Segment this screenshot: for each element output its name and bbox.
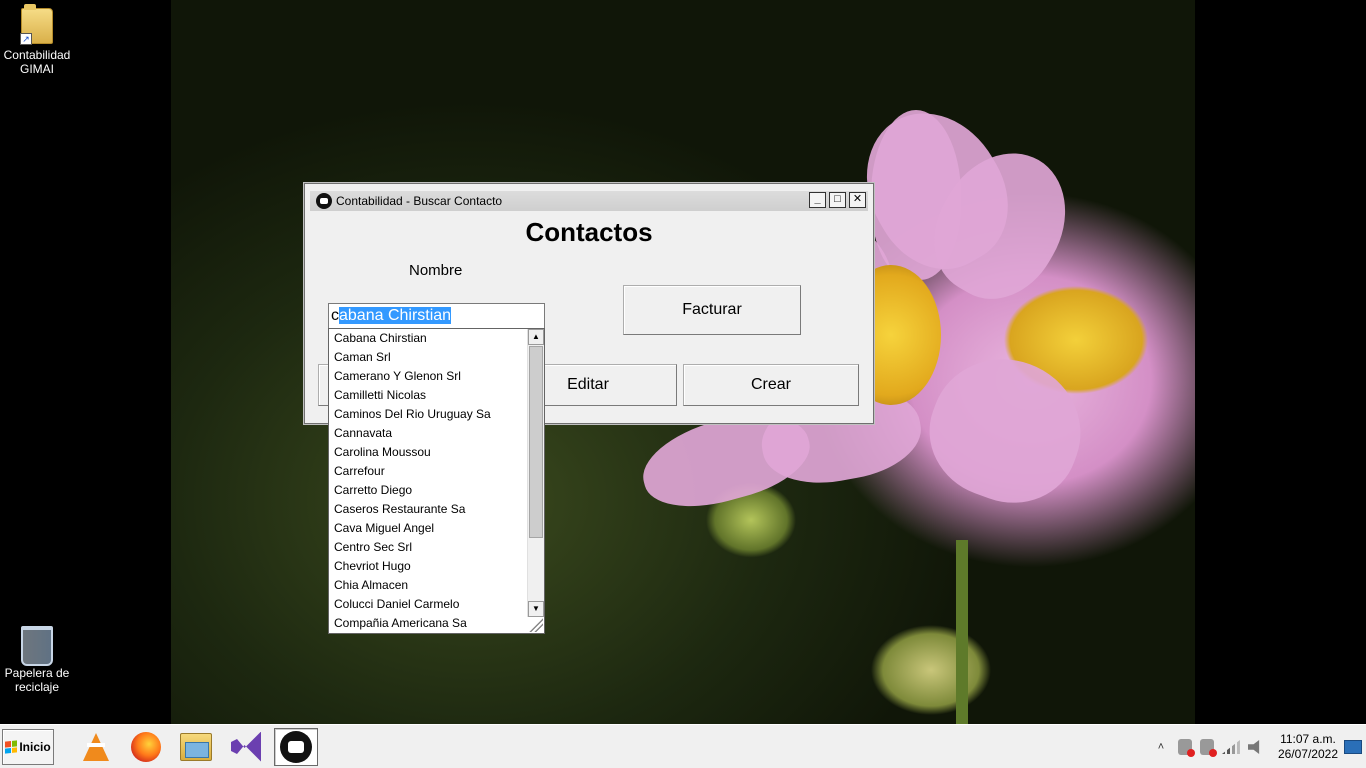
folder-shortcut-icon: ↗ (20, 4, 53, 45)
minimize-button[interactable]: _ (809, 192, 826, 208)
maximize-button[interactable]: □ (829, 192, 846, 208)
flower-petal (911, 338, 1101, 522)
gimai-app-icon (316, 193, 332, 209)
list-item[interactable]: Camerano Y Glenon Srl (329, 367, 544, 386)
close-button[interactable]: ✕ (849, 192, 866, 208)
taskbar-vlc[interactable] (74, 728, 118, 766)
facturar-button[interactable]: Facturar (623, 285, 801, 335)
page-title: Contactos (525, 217, 653, 247)
nombre-combo-input[interactable]: cabana Chirstian (328, 303, 545, 329)
clock[interactable]: 11:07 a.m. 26/07/2022 (1278, 732, 1338, 762)
crear-button[interactable]: Crear (683, 364, 859, 406)
system-tray: ˄ 11:07 a.m. 26/07/2022 (1150, 725, 1366, 768)
flower-stem (956, 540, 968, 724)
nombre-label: Nombre (409, 262, 463, 279)
search-text-prefix: c (331, 307, 339, 324)
vlc-icon (83, 732, 109, 761)
scroll-down-icon[interactable]: ▼ (528, 601, 544, 617)
search-text-selected: abana Chirstian (339, 307, 452, 324)
scrollbar-thumb[interactable] (529, 346, 543, 538)
contact-dropdown-list[interactable]: Cabana Chirstian Caman Srl Camerano Y Gl… (328, 328, 545, 634)
list-item[interactable]: Cabana Chirstian (329, 329, 544, 348)
list-item[interactable]: Colucci Daniel Carmelo (329, 595, 544, 614)
show-desktop-icon[interactable] (1344, 740, 1362, 754)
dropdown-scrollbar[interactable]: ▲ ▼ (527, 329, 544, 617)
window-controls: _ □ ✕ (809, 192, 866, 208)
taskbar-firefox[interactable] (124, 728, 168, 766)
list-item[interactable]: Cannavata (329, 424, 544, 443)
resize-grip-icon[interactable] (529, 618, 543, 632)
list-item[interactable]: Compañia Americana Sa (329, 614, 544, 633)
list-item[interactable]: Centro Sec Srl (329, 538, 544, 557)
window-title: Contabilidad - Buscar Contacto (336, 194, 503, 208)
list-item[interactable]: Caseros Restaurante Sa (329, 500, 544, 519)
list-item[interactable]: Camilletti Nicolas (329, 386, 544, 405)
taskbar-gimai-app[interactable] (274, 727, 318, 766)
desktop-icon-contabilidad[interactable]: ↗ Contabilidad GIMAI (0, 4, 74, 76)
start-label: Inicio (19, 739, 51, 754)
list-item[interactable]: Cava Miguel Angel (329, 519, 544, 538)
gimai-app-icon (280, 730, 312, 763)
taskbar-file-explorer[interactable] (174, 728, 218, 766)
show-hidden-icons-button[interactable]: ˄ (1150, 738, 1172, 756)
clock-time: 11:07 a.m. (1280, 732, 1336, 746)
firefox-icon (131, 731, 161, 762)
taskbar: Inicio ˄ 11:07 a.m. 26/07/2022 (0, 724, 1366, 768)
list-item[interactable]: Carolina Moussou (329, 443, 544, 462)
volume-muted-icon[interactable] (1247, 740, 1260, 754)
recycle-bin-icon (21, 626, 53, 666)
action-center-icon[interactable] (1199, 739, 1217, 757)
desktop-icon-label: Contabilidad GIMAI (3, 48, 71, 76)
title-bar[interactable]: Contabilidad - Buscar Contacto _ □ ✕ (310, 191, 868, 211)
visual-studio-icon (231, 731, 261, 762)
list-item[interactable]: Chia Almacen (329, 576, 544, 595)
scroll-up-icon[interactable]: ▲ (528, 329, 544, 345)
taskbar-visual-studio[interactable] (224, 728, 268, 766)
windows-logo-icon (5, 739, 18, 754)
clock-date: 26/07/2022 (1277, 747, 1338, 761)
list-item[interactable]: Chevriot Hugo (329, 557, 544, 576)
desktop-icon-label: Papelera de reciclaje (4, 666, 70, 694)
start-button[interactable]: Inicio (2, 728, 54, 765)
list-item[interactable]: Carretto Diego (329, 481, 544, 500)
list-item[interactable]: Carrefour (329, 462, 544, 481)
security-alert-icon[interactable] (1177, 739, 1195, 757)
list-item[interactable]: Caminos Del Rio Uruguay Sa (329, 405, 544, 424)
list-item[interactable]: Caman Srl (329, 348, 544, 367)
desktop-icon-recycle-bin[interactable]: Papelera de reciclaje (0, 626, 74, 694)
file-explorer-icon (180, 732, 212, 761)
network-icon[interactable] (1221, 740, 1240, 754)
